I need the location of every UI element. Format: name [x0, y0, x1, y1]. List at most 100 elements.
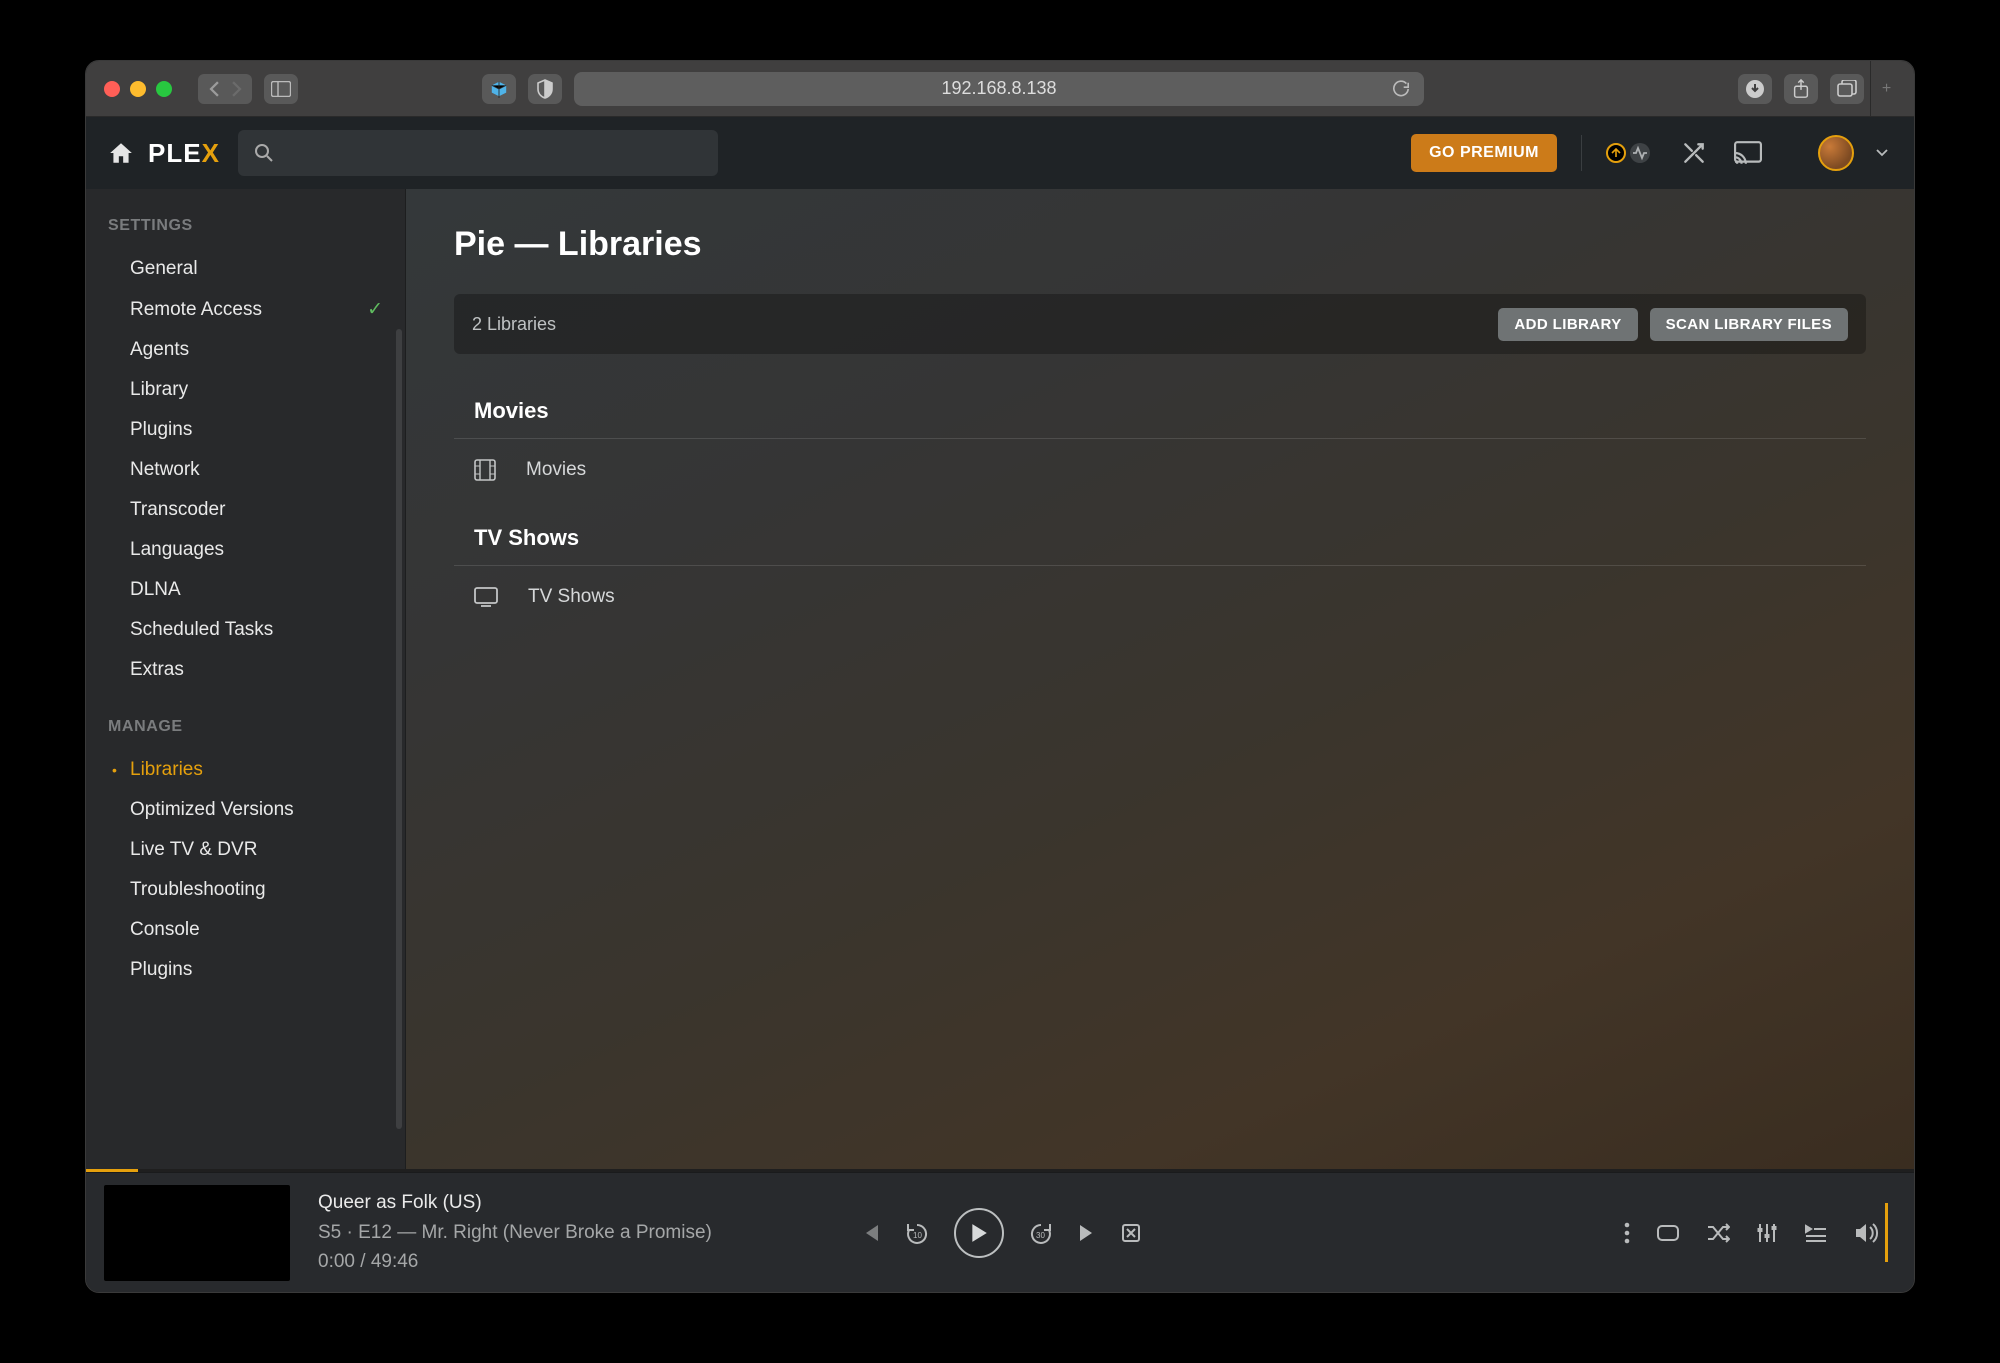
- sidebar-item-label: Transcoder: [130, 499, 225, 521]
- more-menu-button[interactable]: [1624, 1222, 1630, 1244]
- activity-icon: [1622, 135, 1658, 171]
- plex-header: PLEX GO PREMIUM: [86, 117, 1914, 189]
- film-icon: [474, 459, 496, 481]
- library-row-label: TV Shows: [528, 586, 615, 608]
- settings-sidebar: SETTINGS General Remote Access✓ Agents L…: [86, 189, 406, 1169]
- downloads-button[interactable]: [1738, 74, 1772, 104]
- sidebar-item-plugins[interactable]: Plugins: [86, 410, 405, 450]
- player-controls: 10 30: [860, 1208, 1140, 1258]
- now-playing-title[interactable]: Queer as Folk (US): [318, 1188, 712, 1217]
- sidebar-item-console[interactable]: Console: [86, 910, 405, 950]
- new-tab-button[interactable]: +: [1870, 61, 1896, 116]
- back-icon: [208, 81, 221, 97]
- sidebar-item-languages[interactable]: Languages: [86, 530, 405, 570]
- forward-icon: [230, 81, 243, 97]
- back-forward-buttons[interactable]: [198, 74, 252, 104]
- activity-button[interactable]: [1606, 135, 1658, 171]
- sidebar-item-live-tv-dvr[interactable]: Live TV & DVR: [86, 830, 405, 870]
- tv-icon: [474, 587, 498, 607]
- address-bar[interactable]: 192.168.8.138: [574, 72, 1424, 106]
- reload-icon[interactable]: [1392, 80, 1410, 98]
- bullet-icon: •: [112, 762, 117, 778]
- now-playing-thumbnail[interactable]: [104, 1185, 290, 1281]
- sidebar-item-agents[interactable]: Agents: [86, 330, 405, 370]
- sidebar-item-general[interactable]: General: [86, 249, 405, 289]
- upgrade-badge-icon: [1606, 143, 1626, 163]
- repeat-button[interactable]: [1656, 1223, 1680, 1243]
- previous-track-button[interactable]: [860, 1224, 880, 1242]
- section-heading-movies: Movies: [454, 398, 1866, 439]
- sidebar-item-label: Console: [130, 919, 200, 941]
- play-button[interactable]: [954, 1208, 1004, 1258]
- sidebar-toggle-button[interactable]: [264, 74, 298, 104]
- sidebar-item-network[interactable]: Network: [86, 450, 405, 490]
- shield-button[interactable]: [528, 74, 562, 104]
- plex-logo[interactable]: PLEX: [148, 138, 220, 169]
- page-title: Pie — Libraries: [454, 225, 1866, 264]
- sidebar-item-label: Scheduled Tasks: [130, 619, 273, 641]
- tabs-button[interactable]: [1830, 74, 1864, 104]
- sidebar-item-remote-access[interactable]: Remote Access✓: [86, 289, 405, 330]
- scan-library-files-button[interactable]: SCAN LIBRARY FILES: [1650, 308, 1848, 341]
- user-avatar[interactable]: [1818, 135, 1854, 171]
- browser-toolbar: 192.168.8.138 +: [86, 61, 1914, 117]
- sidebar-item-label: Libraries: [130, 759, 203, 781]
- sidebar-item-scheduled-tasks[interactable]: Scheduled Tasks: [86, 610, 405, 650]
- sidebar-item-label: Languages: [130, 539, 224, 561]
- sidebar-item-label: Remote Access: [130, 299, 262, 321]
- section-heading-tv-shows: TV Shows: [454, 525, 1866, 566]
- sidebar-item-label: Agents: [130, 339, 189, 361]
- plex-logo-group: PLEX: [108, 138, 220, 169]
- section-movies: Movies Movies: [454, 398, 1866, 501]
- section-tv-shows: TV Shows TV Shows: [454, 525, 1866, 628]
- sidebar-item-extras[interactable]: Extras: [86, 650, 405, 690]
- logo-prefix: PLE: [148, 138, 202, 168]
- sidebar-item-library[interactable]: Library: [86, 370, 405, 410]
- sidebar-item-transcoder[interactable]: Transcoder: [86, 490, 405, 530]
- rewind-10-button[interactable]: 10: [904, 1221, 930, 1245]
- sidebar-item-label: Library: [130, 379, 188, 401]
- stop-button[interactable]: [1122, 1224, 1140, 1242]
- minimize-window-button[interactable]: [130, 81, 146, 97]
- add-library-button[interactable]: ADD LIBRARY: [1498, 308, 1637, 341]
- sidebar-heading-settings: SETTINGS: [86, 207, 405, 249]
- scrollbar[interactable]: [396, 329, 402, 1129]
- equalizer-button[interactable]: [1756, 1222, 1778, 1244]
- share-button[interactable]: [1784, 74, 1818, 104]
- sidebar-item-label: Extras: [130, 659, 184, 681]
- sidebar-item-optimized-versions[interactable]: Optimized Versions: [86, 790, 405, 830]
- app-body: SETTINGS General Remote Access✓ Agents L…: [86, 189, 1914, 1169]
- sidebar-item-manage-plugins[interactable]: Plugins: [86, 950, 405, 990]
- url-text: 192.168.8.138: [941, 78, 1056, 99]
- next-track-button[interactable]: [1078, 1224, 1098, 1242]
- shuffle-button[interactable]: [1706, 1223, 1730, 1243]
- sidebar-heading-manage: MANAGE: [86, 708, 405, 750]
- user-menu-caret-icon[interactable]: [1872, 135, 1892, 171]
- queue-button[interactable]: [1804, 1223, 1828, 1243]
- sidebar-item-label: DLNA: [130, 579, 181, 601]
- now-playing-meta: Queer as Folk (US) S5 · E12 — Mr. Right …: [318, 1188, 712, 1276]
- cast-button[interactable]: [1730, 135, 1766, 171]
- search-input[interactable]: [238, 130, 718, 176]
- sidebar-item-label: Network: [130, 459, 200, 481]
- player-bar: Queer as Folk (US) S5 · E12 — Mr. Right …: [86, 1172, 1914, 1292]
- search-icon: [254, 143, 274, 163]
- settings-button[interactable]: [1676, 135, 1712, 171]
- home-button[interactable]: [108, 141, 134, 165]
- library-row-tv-shows[interactable]: TV Shows: [454, 566, 1866, 628]
- sidebar-item-dlna[interactable]: DLNA: [86, 570, 405, 610]
- sidebar-item-libraries[interactable]: • Libraries: [86, 750, 405, 790]
- main-content: Pie — Libraries 2 Libraries ADD LIBRARY …: [406, 189, 1914, 1169]
- forward-30-button[interactable]: 30: [1028, 1221, 1054, 1245]
- go-premium-button[interactable]: GO PREMIUM: [1411, 134, 1557, 172]
- zoom-window-button[interactable]: [156, 81, 172, 97]
- now-playing-time: 0:00 / 49:46: [318, 1247, 712, 1276]
- sidebar-item-label: Optimized Versions: [130, 799, 294, 821]
- sidebar-item-label: Live TV & DVR: [130, 839, 257, 861]
- sidebar-item-troubleshooting[interactable]: Troubleshooting: [86, 870, 405, 910]
- sidebar-item-label: Troubleshooting: [130, 879, 266, 901]
- close-window-button[interactable]: [104, 81, 120, 97]
- volume-button[interactable]: [1854, 1222, 1880, 1244]
- package-icon-button[interactable]: [482, 74, 516, 104]
- library-row-movies[interactable]: Movies: [454, 439, 1866, 501]
